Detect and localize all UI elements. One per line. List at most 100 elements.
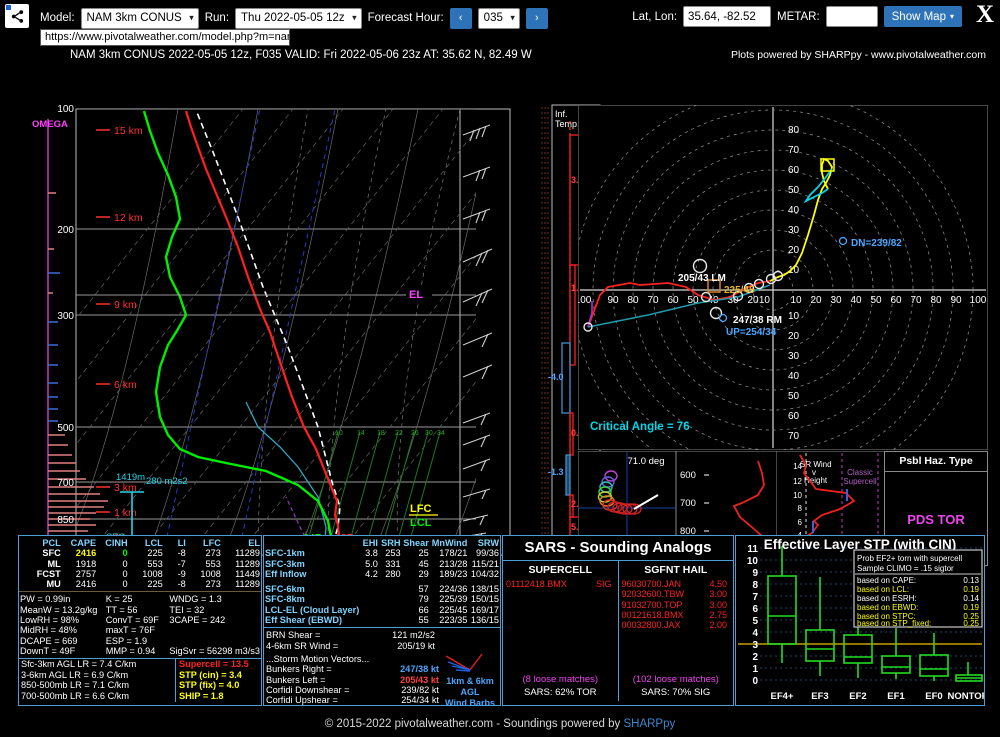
composite-index-list: Supercell = 13.5 STP (cin) = 3.4 STP (fi… [175,659,261,702]
list-item: 3-6km AGL LR = 6.9 C/km [21,669,129,680]
svg-text:70: 70 [788,145,800,156]
table-row[interactable]: FCST 2757 0 1008 -9 1008 11449 [19,569,261,579]
prob-value-ebwd: 0.19 [963,603,979,612]
stp-prob-inset: Prob EF2+ torn with supercell Sample CLI… [853,549,983,628]
svg-text:10: 10 [788,311,800,322]
svg-text:10: 10 [793,491,802,500]
svg-text:90: 90 [607,295,619,306]
svg-text:40: 40 [788,371,800,382]
share-badge [6,5,11,10]
model-select[interactable]: NAM 3km CONUS ▾ [80,7,199,29]
storm-motion-table: ...Storm Motion Vectors... Bunkers Right… [264,651,440,705]
table-row[interactable]: LCL-EL (Cloud Layer) 66 225/45 169/17 [264,605,500,615]
table-row: PW = 0.99in K = 25 WNDG = 1.3 [20,594,222,605]
svg-text:EF1: EF1 [887,691,905,702]
lfc-label: LFC [410,503,431,515]
table-row[interactable]: MU 2416 0 225 -8 273 11289 [19,579,261,589]
svg-text:2: 2 [752,652,758,663]
skewt-panel[interactable]: 10 14 18 22 26 30 34 OMEGA 100 200 300 5… [8,97,548,567]
svg-text:90: 90 [950,295,962,306]
table-row[interactable]: Bunkers Left = 205/43 kt [264,675,440,685]
svg-text:30: 30 [830,295,842,306]
sharppy-link[interactable]: SHARPpy [623,718,675,730]
model-label: Model: [40,12,75,24]
sounding-credit: Plots powered by SHARPpy - www.pivotalwe… [730,49,986,61]
table-row[interactable]: SFC-1km 3.8 253 25 178/21 99/36 [264,548,500,558]
close-icon[interactable]: X [976,2,994,27]
list-item: 850-500mb LR = 7.1 C/km [21,680,130,691]
forecast-hour-select[interactable]: 035 ▾ [477,7,520,29]
svg-text:40: 40 [788,205,800,216]
svg-text:EF3: EF3 [811,691,828,702]
metar-input[interactable] [825,6,878,27]
stp-boxplot[interactable]: 1110 98 76 54 32 10 EF4+ EF3 EF2 EF1 EF0… [736,536,984,705]
up-label: UP=254/34 [726,327,777,338]
svg-text:Classic: Classic [847,468,873,477]
svg-text:3: 3 [752,640,758,651]
list-item[interactable]: 96030700.JAN 4.50 [619,579,734,589]
table-row[interactable]: Corfidi Downshear = 239/82 kt [264,685,440,695]
forecast-hour-value: 035 [483,12,503,24]
svg-text:200: 200 [57,225,74,236]
svg-text:9: 9 [752,568,758,579]
table-row[interactable]: Eff Shear (EBWD) 55 223/35 136/15 [264,615,500,625]
list-item[interactable]: 92032600.TBW 3.00 [619,589,734,599]
svg-text:30: 30 [788,225,800,236]
table-row[interactable]: ML 1918 0 553 -7 553 11289 [19,559,261,569]
sars-hail-column: SGFNT HAIL 96030700.JAN 4.50 92032600.TB… [619,561,734,701]
wind-barb-caption-1: 1km & 6km AGL [446,675,494,697]
show-map-button[interactable]: Show Map ▾ [883,6,962,27]
table-row[interactable]: Bunkers Right = 247/38 kt [264,664,440,674]
brn-table: BRN Shear = 121 m2/s2 4-6km SR Wind = 20… [264,630,500,651]
svg-text:6 km: 6 km [114,379,137,391]
next-forecast-hour-button[interactable]: › [525,7,548,29]
table-row[interactable]: SFC-8km 79 225/39 150/15 [264,594,500,604]
table-row[interactable]: SFC-3km 5.0 331 45 213/28 115/21 [264,559,500,569]
svg-text:700: 700 [680,498,696,509]
metar-label: METAR: [777,10,820,23]
table-row[interactable]: SFC-6km 57 224/36 138/15 [264,584,500,594]
forecast-hour-label: Forecast Hour: [367,12,444,24]
hazard-type-title: Psbl Haz. Type [885,452,987,472]
svg-text:7: 7 [752,592,758,603]
svg-text:12: 12 [793,477,802,486]
svg-text:30: 30 [425,430,433,437]
critical-angle-label: Critical Angle = 76 [590,421,690,433]
svg-text:Supercell: Supercell [843,477,877,486]
list-item[interactable]: 91032700.TOP 3.00 [619,600,734,610]
svg-text:EF4+: EF4+ [771,691,794,702]
list-item[interactable]: 00032800.JAX 2.00 [619,620,734,630]
svg-text:10: 10 [759,295,771,306]
prev-forecast-hour-button[interactable]: ‹ [449,7,472,29]
table-row: MidRH = 48% maxT = 76F [20,625,155,636]
sars-supercell-loose: (8 loose matches) [522,674,598,685]
classic-supercell-label: Classic Supercell [843,468,877,486]
run-select[interactable]: Thu 2022-05-05 12z ▾ [235,7,362,29]
hodograph-panel[interactable]: 1009080 706050 403020 10 102030 405060 7… [578,105,988,450]
prob-label-stpfixed: based on STP_fixed: [857,619,931,628]
list-item[interactable]: 01112418.BMX SIG [503,579,618,589]
svg-text:100: 100 [578,295,592,306]
svg-text:5: 5 [752,616,758,627]
sars-supercell-list: 01112418.BMX SIG [503,579,618,589]
table-row[interactable]: Eff Inflow 4.2 280 29 189/23 104/32 [264,569,500,579]
svg-text:10: 10 [747,556,759,567]
mean-wind-label: 225/45 [724,285,755,296]
url-bar[interactable]: https://www.pivotalweather.com/model.php… [40,29,290,46]
svg-text:10: 10 [335,430,343,437]
omega-label: OMEGA [32,119,68,130]
svg-text:22: 22 [395,430,403,437]
table-row[interactable]: SFC 2416 0 225 -8 273 11289 [19,548,261,558]
prob-value-cape: 0.13 [963,576,979,585]
latlon-input[interactable] [683,6,772,27]
list-item[interactable]: 00121618.BMX 2.75 [619,610,734,620]
share-icon[interactable] [5,4,29,28]
svg-text:80: 80 [788,125,800,136]
top-toolbar: Model: NAM 3km CONUS ▾ Run: Thu 2022-05-… [0,0,1000,47]
svg-text:6: 6 [752,604,758,615]
slinky-tilt-label: 71.0 deg [628,456,665,467]
lapse-rate-list: Sfc-3km AGL LR = 7.4 C/km 3-6km AGL LR =… [19,659,175,701]
wind-barb-icon [445,653,483,672]
table-row[interactable]: Corfidi Upshear = 254/34 kt [264,695,440,705]
parcel-table: PCL CAPE CINH LCL LI LFC EL SFC 2416 0 2… [19,538,261,589]
